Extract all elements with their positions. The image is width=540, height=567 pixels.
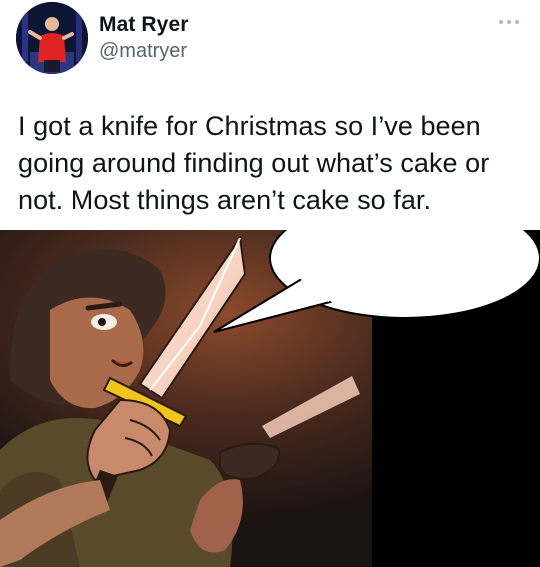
avatar[interactable] xyxy=(16,2,88,74)
author-name[interactable]: Mat Ryer xyxy=(99,13,189,37)
comic-knife-image xyxy=(0,230,540,567)
tweet-text: I got a knife for Christmas so I’ve been… xyxy=(18,111,490,215)
more-options-button[interactable] xyxy=(496,14,522,30)
tweet-media[interactable] xyxy=(0,230,540,567)
profile-photo-icon xyxy=(16,2,88,74)
more-horizontal-icon xyxy=(499,20,519,24)
tweet-card: Mat Ryer @matryer I got a knife for Chri… xyxy=(0,0,540,567)
author-handle[interactable]: @matryer xyxy=(99,40,187,63)
